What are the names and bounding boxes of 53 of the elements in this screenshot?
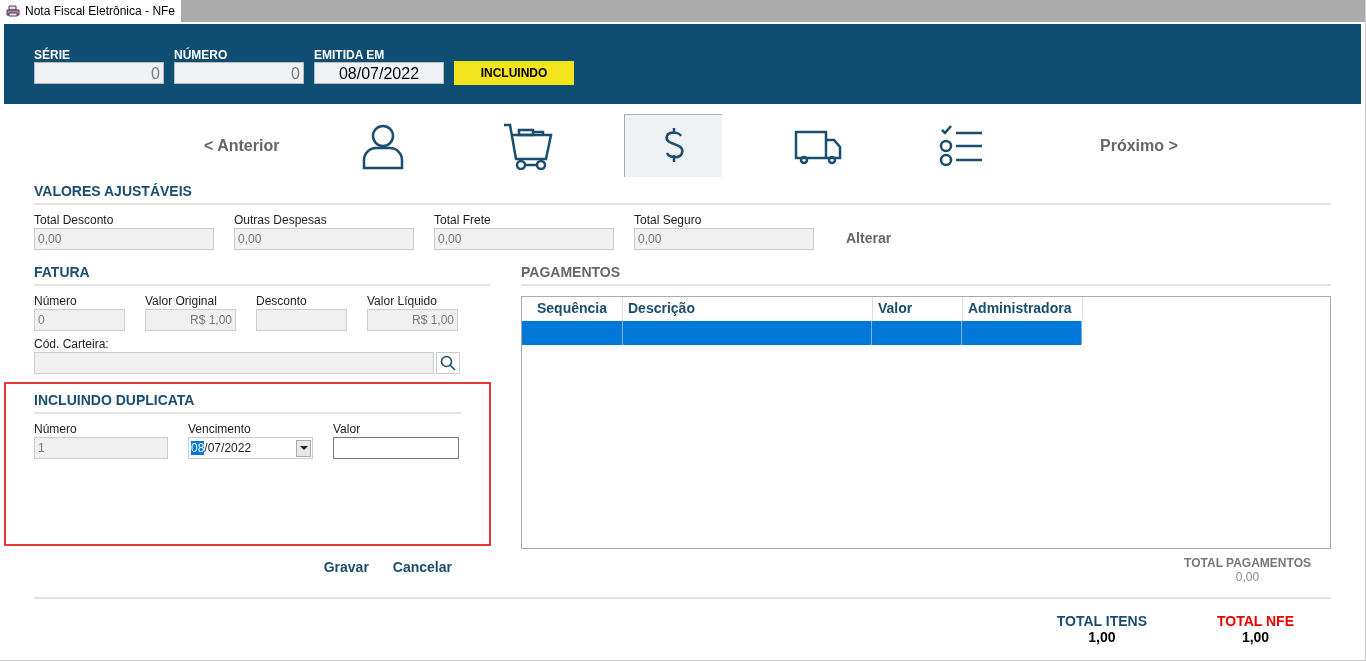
field-label: Total Desconto — [34, 213, 115, 228]
alterar-link[interactable]: Alterar — [846, 230, 892, 246]
field-label: SÉRIE — [34, 48, 71, 62]
section-title: PAGAMENTOS — [521, 264, 1331, 286]
field-label: Número — [34, 294, 78, 309]
total-value: 0,00 — [1235, 570, 1260, 584]
field-label: Vencimento — [188, 422, 252, 437]
input-field[interactable]: 0,00 — [234, 228, 414, 250]
total-label: TOTAL NFE — [1217, 613, 1294, 629]
field-label: Desconto — [256, 294, 308, 309]
input-field[interactable]: 0 — [174, 62, 304, 84]
input-field[interactable]: 0 — [34, 62, 164, 84]
input-field[interactable]: 1 — [34, 437, 168, 459]
field-label: Valor Original — [145, 294, 218, 309]
section-title: FATURA — [34, 264, 490, 286]
field-label: Valor Líquido — [367, 294, 438, 309]
action-link[interactable]: Gravar — [323, 559, 369, 575]
caret-icon — [299, 446, 308, 450]
step-tab[interactable] — [624, 114, 722, 177]
total-label: TOTAL PAGAMENTOS — [1184, 556, 1311, 570]
shopping-cart-icon — [503, 121, 553, 170]
field-label: Valor — [333, 422, 362, 437]
field-label: Número — [34, 422, 78, 437]
field-label: Outras Despesas — [234, 213, 328, 228]
input-field[interactable] — [256, 309, 347, 331]
input-field[interactable]: R$ 1,00 — [145, 309, 236, 331]
input-field[interactable] — [333, 437, 459, 459]
total-value: 1,00 — [1088, 629, 1116, 645]
status-badge: INCLUINDO — [454, 61, 574, 85]
input-field[interactable]: 0,00 — [434, 228, 614, 250]
input-field[interactable]: 0 — [34, 309, 125, 331]
input-field[interactable]: R$ 1,00 — [367, 309, 458, 331]
search-button[interactable] — [436, 352, 460, 374]
input-field[interactable] — [34, 352, 434, 374]
field-label: EMITIDA EM — [314, 48, 386, 62]
input-field[interactable]: 08/07/2022 — [314, 62, 444, 84]
field-label: Cód. Carteira: — [34, 337, 110, 352]
search-icon — [440, 355, 456, 371]
dropdown-button[interactable] — [296, 439, 311, 457]
field-label: Total Frete — [434, 213, 492, 228]
section-title: VALORES AJUSTÁVEIS — [34, 183, 1331, 205]
total-label: TOTAL ITENS — [1056, 613, 1147, 629]
total-value: 1,00 — [1241, 629, 1270, 645]
printer-icon — [6, 4, 20, 18]
section-title: INCLUINDO DUPLICATA — [34, 392, 461, 414]
window-tab[interactable]: Nota Fiscal Eletrônica - NFe — [0, 0, 182, 22]
field-label: NÚMERO — [174, 48, 229, 62]
next-link[interactable]: Próximo > — [1100, 136, 1178, 155]
action-link[interactable]: Cancelar — [392, 559, 452, 575]
input-field[interactable]: 0,00 — [634, 228, 814, 250]
previous-link[interactable]: < Anterior — [204, 136, 334, 155]
field-label: Total Seguro — [634, 213, 703, 228]
input-field[interactable]: 0,00 — [34, 228, 214, 250]
